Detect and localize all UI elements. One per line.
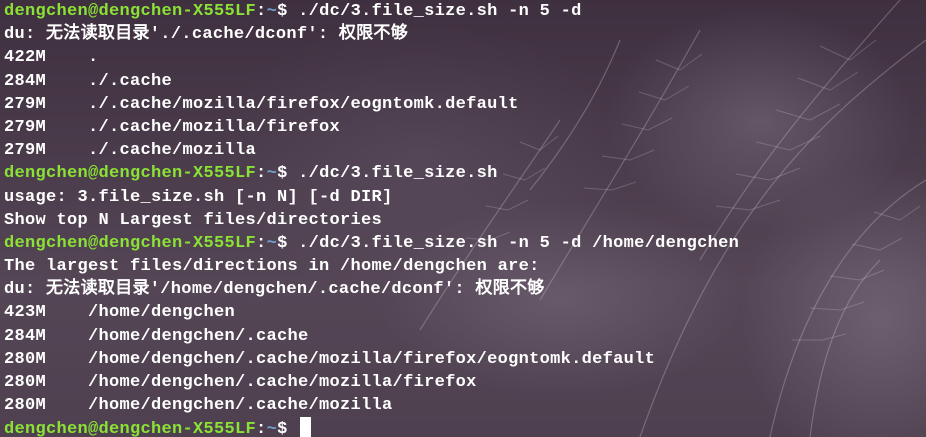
terminal-output-line: 280M /home/dengchen/.cache/mozilla [4,396,393,416]
prompt-user-host: dengchen@dengchen-X555LF [4,420,257,437]
prompt-user-host: dengchen@dengchen-X555LF [4,164,257,184]
text-cursor [300,417,312,437]
terminal-output-line: du: 无法读取目录'/home/dengchen/.cache/dconf':… [4,280,545,300]
terminal-output[interactable]: dengchen@dengchen-X555LF:~$ ./dc/3.file_… [4,0,926,437]
terminal-output-line: 279M ./.cache/mozilla/firefox/eogntomk.d… [4,94,519,114]
terminal-output-line: usage: 3.file_size.sh [-n N] [-d DIR] [4,187,393,207]
prompt-dollar: $ [277,420,299,437]
prompt-colon: : [256,2,267,21]
prompt-user-host: dengchen@dengchen-X555LF [4,233,257,253]
command-text: ./dc/3.file_size.sh -n 5 -d [298,2,582,21]
terminal-prompt-line: dengchen@dengchen-X555LF:~$ ./dc/3.file_… [4,162,926,185]
terminal-output-line: Show top N Largest files/directories [4,210,383,230]
terminal-output-line: du: 无法读取目录'./.cache/dconf': 权限不够 [4,25,409,45]
terminal-active-prompt-line[interactable]: dengchen@dengchen-X555LF:~$ [4,417,926,437]
prompt-dollar: $ [277,233,299,253]
terminal-output-line: 284M ./.cache [4,71,173,91]
command-text: ./dc/3.file_size.sh [298,164,498,184]
terminal-output-line: The largest files/directions in /home/de… [4,257,540,277]
prompt-path: ~ [266,164,278,184]
prompt-colon: : [256,420,267,437]
terminal-output-line: 423M /home/dengchen [4,303,236,323]
terminal-output-line: 279M ./.cache/mozilla/firefox [4,117,341,137]
prompt-path: ~ [266,2,278,21]
prompt-path: ~ [266,233,278,253]
terminal-output-line: 279M ./.cache/mozilla [4,141,257,161]
command-text: ./dc/3.file_size.sh -n 5 -d /home/dengch… [298,233,740,253]
terminal-output-line: 422M . [4,48,99,68]
prompt-colon: : [256,233,267,253]
terminal-output-line: 280M /home/dengchen/.cache/mozilla/firef… [4,349,656,369]
terminal-output-line: 284M /home/dengchen/.cache [4,326,309,346]
terminal-output-line: 280M /home/dengchen/.cache/mozilla/firef… [4,373,477,392]
prompt-user-host: dengchen@dengchen-X555LF [4,2,257,21]
prompt-dollar: $ [277,2,299,21]
prompt-path: ~ [266,420,278,437]
terminal-prompt-line: dengchen@dengchen-X555LF:~$ ./dc/3.file_… [4,0,926,23]
prompt-dollar: $ [277,164,299,184]
terminal-window[interactable]: dengchen@dengchen-X555LF:~$ ./dc/3.file_… [0,0,926,437]
prompt-colon: : [256,164,267,184]
terminal-prompt-line: dengchen@dengchen-X555LF:~$ ./dc/3.file_… [4,232,926,255]
